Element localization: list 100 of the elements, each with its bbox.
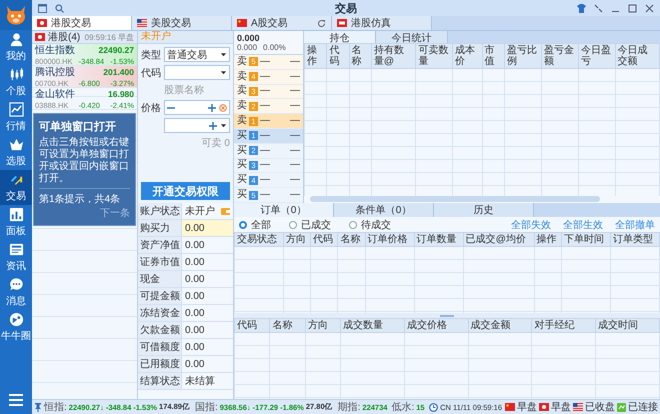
nav-item[interactable]: 资讯 — [0, 240, 32, 275]
nav-item[interactable]: 消息 — [0, 275, 32, 310]
column-header[interactable]: 已成交@均价 — [463, 232, 534, 246]
maximize-icon[interactable] — [628, 4, 637, 12]
nav-item[interactable]: 面板 — [0, 205, 32, 240]
level-price: — — [260, 70, 270, 83]
nav-item[interactable]: 行情 — [0, 100, 32, 135]
action-link[interactable]: 全部生效 — [563, 218, 603, 232]
action-link[interactable]: 全部撤单 — [615, 218, 655, 232]
nav-item[interactable]: 交易 — [0, 170, 32, 205]
account-label: 账户状态 — [138, 203, 182, 220]
column-header[interactable]: 成交金额 — [468, 318, 532, 332]
column-header[interactable]: 成交价格 — [404, 318, 468, 332]
scrollbar[interactable] — [310, 196, 600, 202]
column-header[interactable]: 可卖数量 — [416, 44, 453, 68]
type-select[interactable]: 普通交易 — [164, 47, 230, 62]
column-header[interactable]: 代码 — [234, 318, 270, 332]
market-tab[interactable]: 港股仿真 — [332, 16, 432, 30]
tab[interactable]: 条件单（0） — [334, 203, 434, 217]
column-header[interactable]: 订单数量 — [414, 232, 464, 246]
level-price: — — [260, 144, 270, 157]
column-header[interactable]: 代码 — [326, 44, 350, 68]
radio-label[interactable]: 全部 — [251, 218, 271, 232]
level-volume: — — [290, 159, 300, 172]
account-label: 可借额度 — [138, 339, 182, 356]
account-label: 资产净值 — [138, 237, 182, 254]
price-field[interactable] — [164, 100, 230, 115]
quantity-field[interactable] — [164, 118, 230, 133]
market-session: 已收盘 — [585, 401, 615, 414]
plus-icon[interactable] — [208, 104, 216, 112]
radio-icon[interactable] — [349, 220, 357, 228]
menu-icon[interactable] — [9, 394, 23, 406]
account-label: 购买力 — [138, 220, 182, 237]
column-header[interactable]: 方向 — [305, 318, 341, 332]
column-header[interactable]: 盈亏金额 — [541, 44, 578, 68]
radio-icon[interactable] — [289, 220, 297, 228]
market-tab[interactable]: 港股交易 — [32, 16, 132, 30]
column-header[interactable]: 交易状态 — [234, 232, 284, 246]
close-icon[interactable] — [645, 4, 654, 12]
search-icon[interactable] — [55, 4, 64, 12]
stock-price: 16.980 — [108, 89, 134, 99]
flag-icon — [237, 19, 247, 27]
column-header[interactable]: 对手经纪 — [532, 318, 596, 332]
tab[interactable]: 持仓 — [304, 31, 376, 43]
column-header[interactable]: 名称 — [349, 44, 372, 68]
column-header[interactable]: 操作 — [534, 232, 562, 246]
account-value: 0.00 — [182, 322, 233, 339]
column-header[interactable]: 盈亏比例 — [504, 44, 542, 68]
side-label: 买 — [237, 189, 247, 202]
nav-item[interactable]: 我的 — [0, 30, 32, 65]
column-header[interactable]: 下单时间 — [561, 232, 610, 246]
last-price: 0.000 — [237, 33, 261, 43]
column-header[interactable]: 订单价格 — [365, 232, 414, 246]
flag-icon — [573, 403, 583, 411]
side-label: 买 — [237, 130, 247, 142]
radio-icon[interactable] — [239, 220, 247, 228]
column-header[interactable]: 方向 — [284, 232, 311, 246]
radio-label[interactable]: 待成交 — [361, 218, 391, 232]
column-header[interactable]: 今日盈亏 — [578, 44, 616, 68]
column-header[interactable]: 名称 — [338, 232, 366, 246]
market-tab[interactable]: 美股交易 — [132, 16, 232, 30]
nav-item[interactable]: 选股 — [0, 135, 32, 170]
refresh-icon[interactable] — [317, 18, 326, 28]
logo-icon — [4, 4, 28, 26]
nav-item[interactable]: 个股 — [0, 65, 32, 100]
stock-name: 金山软件 — [35, 88, 75, 101]
chat-bubble-icon — [8, 277, 24, 292]
level-volume: — — [290, 100, 300, 112]
flag-icon — [37, 19, 47, 27]
level-price: — — [260, 189, 270, 202]
column-header[interactable]: 名称 — [270, 318, 306, 332]
clear-icon[interactable] — [219, 104, 227, 112]
window-icon[interactable] — [38, 4, 47, 12]
column-header[interactable]: 成交数量 — [340, 318, 404, 332]
level-price: — — [260, 56, 270, 68]
column-header[interactable]: 今日成交额 — [615, 44, 660, 68]
column-header[interactable]: 代码 — [310, 232, 338, 246]
tab[interactable]: 订单（0） — [234, 203, 334, 217]
column-header[interactable]: 持有数量@ — [371, 44, 416, 68]
column-header[interactable]: 订单类型 — [610, 232, 660, 246]
action-link[interactable]: 全部失效 — [511, 218, 551, 232]
column-header[interactable]: 成交时间 — [596, 318, 660, 332]
plus-icon[interactable] — [209, 122, 217, 130]
open-trading-button[interactable]: 开通交易权限 — [141, 182, 230, 200]
account-label: 欠款金额 — [138, 322, 182, 339]
pin-icon[interactable] — [34, 402, 42, 412]
radio-label[interactable]: 已成交 — [301, 218, 331, 232]
nav-item[interactable]: 牛牛圈 — [0, 310, 32, 345]
level-volume: — — [290, 130, 300, 142]
caret-icon — [220, 51, 227, 58]
market-tab[interactable]: A股交易 — [232, 16, 332, 30]
shirt-icon[interactable] — [577, 4, 586, 12]
column-header[interactable]: 操作 — [304, 44, 327, 68]
shrink-icon[interactable] — [594, 4, 603, 12]
stock-price: 201.400 — [103, 67, 134, 77]
tab[interactable]: 历史 — [434, 203, 534, 217]
tab[interactable]: 今日统计 — [376, 31, 448, 43]
splitter-handle[interactable] — [440, 314, 454, 316]
column-header[interactable]: 市值 — [482, 44, 505, 68]
column-header[interactable]: 成本价 — [452, 44, 482, 68]
